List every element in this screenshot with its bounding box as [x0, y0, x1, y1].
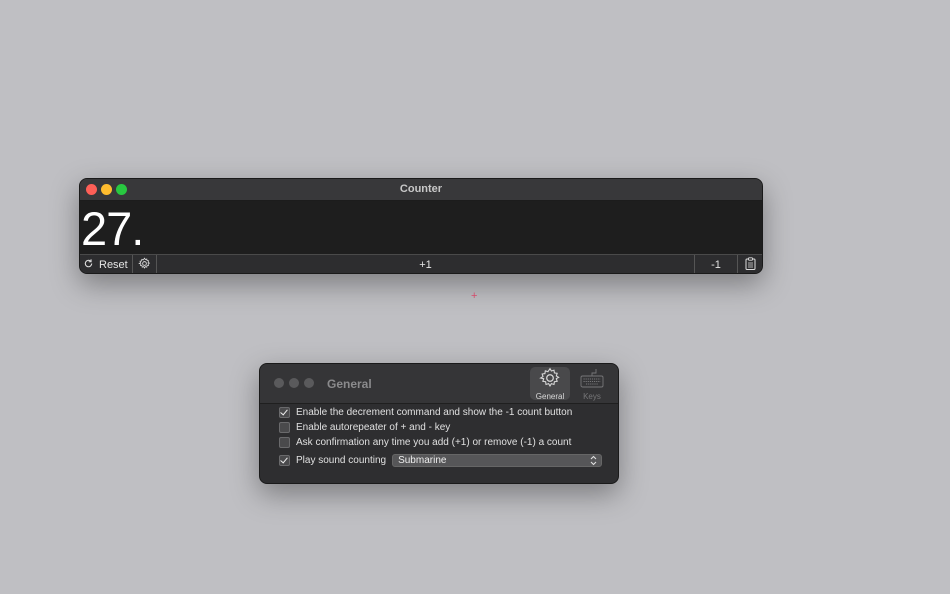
counter-display: 27. — [80, 201, 762, 254]
increment-button[interactable]: +1 — [157, 255, 694, 273]
checkbox-autorepeater[interactable] — [279, 422, 290, 433]
preferences-window: General General Keys Enable the decremen… — [259, 363, 619, 484]
maximize-button[interactable] — [304, 378, 314, 388]
copy-button[interactable] — [738, 255, 762, 273]
option-decrement[interactable]: Enable the decrement command and show th… — [279, 405, 606, 420]
decrement-button[interactable]: -1 — [695, 255, 737, 273]
option-autorepeater[interactable]: Enable autorepeater of + and - key — [279, 420, 606, 435]
minimize-button[interactable] — [289, 378, 299, 388]
reset-icon — [83, 258, 99, 272]
checkbox-play-sound[interactable] — [279, 454, 290, 466]
option-label: Ask confirmation any time you add (+1) o… — [296, 437, 572, 448]
tab-general[interactable]: General — [530, 367, 570, 401]
checkbox-decrement[interactable] — [279, 407, 290, 418]
count-value: 27. — [81, 202, 144, 255]
counter-titlebar[interactable]: Counter — [80, 179, 762, 201]
gear-icon — [539, 367, 561, 391]
clipboard-icon — [745, 256, 756, 273]
counter-toolbar: Reset +1 -1 — [80, 254, 762, 273]
option-ask-confirmation[interactable]: Ask confirmation any time you add (+1) o… — [279, 435, 606, 450]
counter-window: Counter 27. Reset +1 -1 — [79, 178, 763, 274]
keyboard-icon — [580, 367, 604, 391]
option-label: Play sound counting — [296, 454, 387, 466]
chevron-updown-icon — [590, 455, 597, 467]
option-play-sound[interactable]: Play sound counting Submarine — [279, 450, 606, 470]
reset-button[interactable]: Reset — [80, 255, 132, 273]
window-title: Counter — [399, 183, 443, 195]
settings-button[interactable] — [133, 255, 156, 273]
option-label: Enable the decrement command and show th… — [296, 407, 573, 418]
mouse-cursor: + — [471, 290, 478, 302]
gear-icon — [138, 256, 151, 273]
sound-select[interactable]: Submarine — [392, 453, 603, 467]
tab-keys[interactable]: Keys — [572, 367, 612, 401]
reset-label: Reset — [99, 258, 128, 271]
sound-select-value: Submarine — [398, 454, 447, 466]
options-list: Enable the decrement command and show th… — [279, 405, 606, 470]
preferences-title: General — [327, 377, 372, 391]
tab-general-label: General — [535, 392, 565, 401]
preferences-header[interactable]: General General Keys — [260, 364, 618, 404]
close-button[interactable] — [274, 378, 284, 388]
option-label: Enable autorepeater of + and - key — [296, 422, 451, 433]
tab-keys-label: Keys — [583, 392, 601, 401]
checkbox-ask-confirmation[interactable] — [279, 437, 290, 448]
